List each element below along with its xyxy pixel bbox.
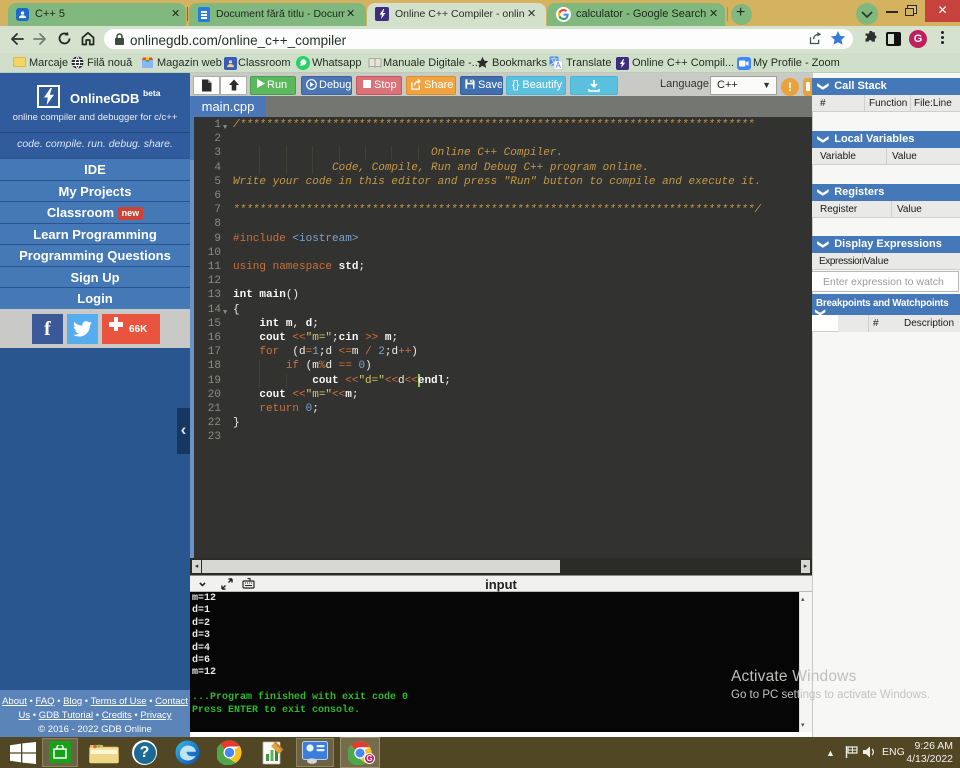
svg-text:A: A	[556, 61, 562, 70]
